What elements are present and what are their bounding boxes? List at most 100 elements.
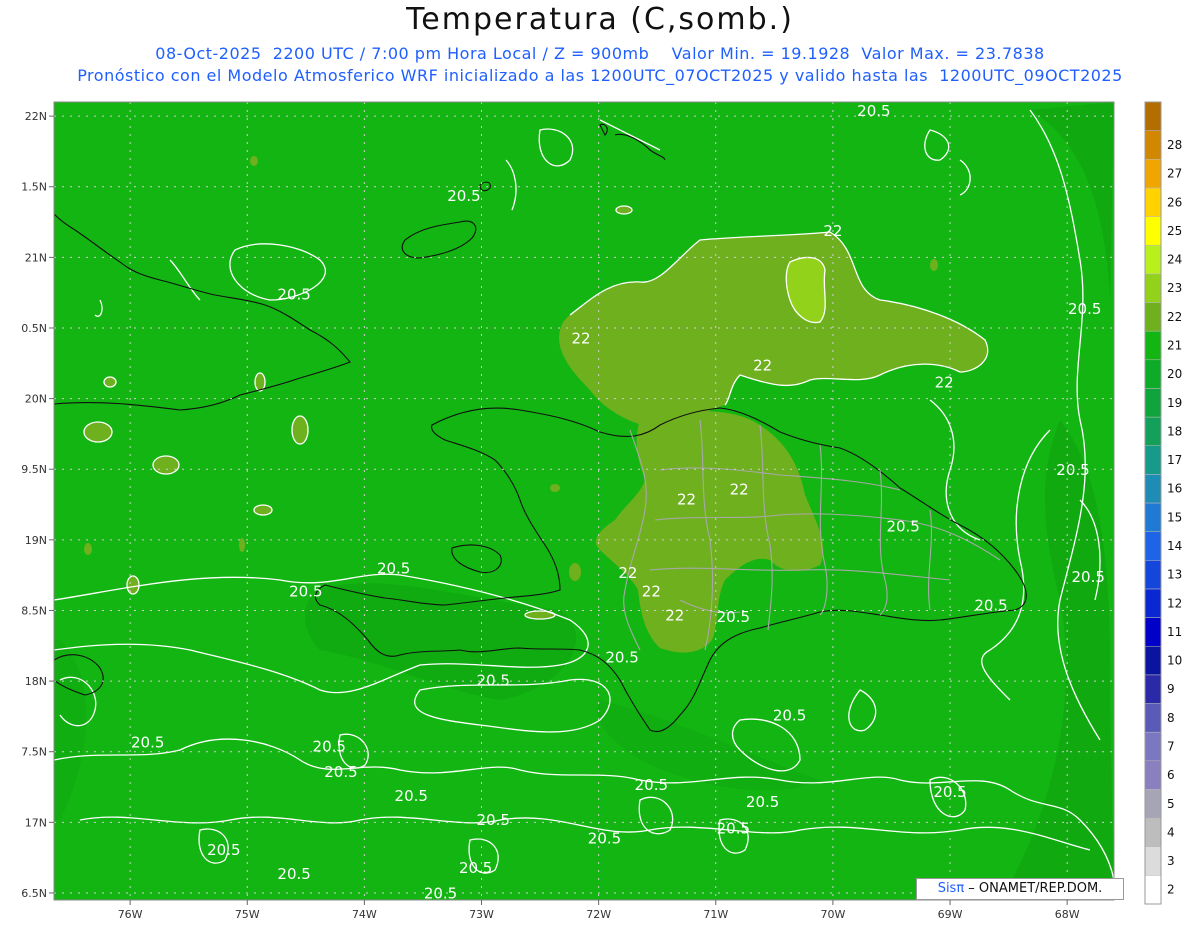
colorbar-label: 19: [1167, 396, 1182, 410]
contour-label: 22: [677, 491, 696, 509]
contour-label: 20.5: [131, 733, 164, 751]
tick-label-lat: 19N: [25, 534, 47, 547]
contour-label: 20.5: [459, 859, 492, 877]
colorbar-label: 10: [1167, 654, 1182, 668]
tick-label-lat: 22N: [25, 110, 47, 123]
colorbar-swatch: [1144, 731, 1162, 762]
colorbar-swatch: [1144, 244, 1162, 275]
contour-label: 22: [618, 564, 637, 582]
contour-label: 22: [935, 373, 954, 391]
colorbar-swatch: [1144, 875, 1162, 905]
contour-label: 20.5: [1068, 300, 1101, 318]
tick-label-lat: 6.5N: [21, 887, 47, 900]
contour-label: 20.5: [313, 738, 346, 756]
colorbar-label: 12: [1167, 596, 1182, 610]
tick-label-lon: 75W: [235, 908, 260, 921]
colorbar-swatch: [1144, 101, 1162, 131]
tick-label-lat: 9.5N: [21, 463, 47, 476]
colorbar-swatch: [1144, 846, 1162, 876]
colorbar-swatch: [1144, 388, 1162, 418]
contour-label: 20.5: [886, 517, 919, 535]
colorbar-label: 14: [1167, 539, 1182, 553]
colorbar-swatch: [1144, 330, 1162, 361]
colorbar-swatch: [1144, 273, 1162, 303]
contour-label: 20.5: [207, 841, 240, 859]
contour-label: 20.5: [717, 608, 750, 626]
colorbar-label: 26: [1167, 195, 1182, 209]
colorbar-label: 5: [1167, 797, 1175, 811]
colorbar-swatch: [1144, 130, 1162, 160]
contour-label: 20.5: [746, 793, 779, 811]
colorbar-swatch: [1144, 187, 1162, 217]
contour-label: 20.5: [857, 102, 890, 120]
colorbar-label: 15: [1167, 510, 1182, 524]
contour-label: 20.5: [635, 776, 668, 794]
tick-label-lat: 20N: [25, 393, 47, 406]
colorbar-label: 27: [1167, 167, 1182, 181]
contour-label: 20.5: [588, 830, 621, 848]
contour-label: 20.5: [277, 286, 310, 304]
credit-label: Sisπ – ONAMET/REP.DOM.: [916, 878, 1124, 900]
colorbar-label: 24: [1167, 253, 1182, 267]
colorbar-label: 4: [1167, 825, 1175, 839]
tick-label-lat: 17N: [25, 816, 47, 829]
tick-label-lat: 8.5N: [21, 604, 47, 617]
contour-label: 20.5: [773, 707, 806, 725]
colorbar-swatch: [1144, 760, 1162, 790]
temperature-field: [54, 102, 1114, 900]
contour-label: 20.5: [447, 187, 480, 205]
colorbar-label: 11: [1167, 625, 1182, 639]
colorbar-swatch: [1144, 588, 1162, 618]
contour-label: 22: [642, 582, 661, 600]
contour-label: 22: [665, 606, 684, 624]
colorbar-label: 17: [1167, 453, 1182, 467]
sispi-logo: Sisπ: [937, 881, 965, 896]
colorbar-swatch: [1144, 560, 1162, 590]
tick-label-lat: 1.5N: [21, 181, 47, 194]
colorbar-swatch: [1144, 789, 1162, 819]
colorbar-label: 20: [1167, 367, 1182, 381]
tick-label-lon: 74W: [352, 908, 377, 921]
contour-label: 22: [730, 481, 749, 499]
contour-label: 20.5: [277, 865, 310, 883]
contour-label: 22: [753, 356, 772, 374]
contour-label: 20.5: [933, 783, 966, 801]
temperature-map: 20.520.52220.522222220.520.5222220.520.5…: [21, 101, 1182, 921]
colorbar-label: 18: [1167, 424, 1182, 438]
tick-label-lon: 70W: [820, 908, 845, 921]
colorbar-label: 16: [1167, 482, 1182, 496]
colorbar-label: 7: [1167, 739, 1175, 753]
colorbar: 2345678910111213141516171819202122232425…: [1144, 101, 1182, 905]
tick-label-lon: 71W: [703, 908, 728, 921]
contour-label: 22: [572, 330, 591, 348]
colorbar-label: 8: [1167, 711, 1175, 725]
tick-label-lon: 72W: [586, 908, 611, 921]
colorbar-swatch: [1144, 445, 1162, 475]
contour-label: 20.5: [324, 763, 357, 781]
contour-label: 20.5: [717, 820, 750, 838]
tick-label-lat: 18N: [25, 675, 47, 688]
contour-label: 20.5: [395, 787, 428, 805]
colorbar-swatch: [1144, 159, 1162, 189]
contour-label: 20.5: [477, 811, 510, 829]
tick-label-lon: 73W: [469, 908, 494, 921]
colorbar-swatch: [1144, 359, 1162, 389]
tick-label-lat: 21N: [25, 251, 47, 264]
contour-label: 20.5: [377, 560, 410, 578]
colorbar-label: 9: [1167, 682, 1175, 696]
tick-label-lat: 7.5N: [21, 746, 47, 759]
tick-label-lon: 76W: [118, 908, 143, 921]
colorbar-swatch: [1144, 502, 1162, 532]
colorbar-swatch: [1144, 645, 1162, 676]
tick-label-lon: 68W: [1055, 908, 1080, 921]
colorbar-swatch: [1144, 302, 1162, 332]
colorbar-swatch: [1144, 674, 1162, 704]
tick-label-lon: 69W: [938, 908, 963, 921]
colorbar-label: 25: [1167, 224, 1182, 238]
colorbar-label: 28: [1167, 138, 1182, 152]
colorbar-swatch: [1144, 617, 1162, 647]
contour-label: 20.5: [289, 582, 322, 600]
contour-label: 20.5: [605, 649, 638, 667]
colorbar-swatch: [1144, 703, 1162, 733]
colorbar-label: 3: [1167, 854, 1175, 868]
